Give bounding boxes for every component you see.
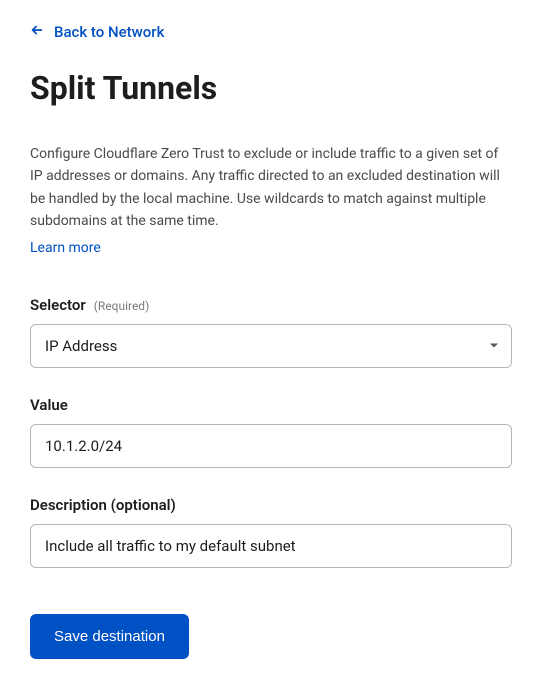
back-link-label: Back to Network — [54, 23, 164, 41]
value-label: Value — [30, 396, 68, 414]
arrow-left-icon — [30, 23, 44, 41]
value-input[interactable] — [30, 424, 512, 468]
description-label: Description (optional) — [30, 496, 176, 514]
selector-required-hint: (Required) — [94, 299, 149, 313]
page-description: Configure Cloudflare Zero Trust to exclu… — [30, 143, 512, 233]
selector-dropdown[interactable]: IP Address — [30, 324, 512, 368]
page-title: Split Tunnels — [30, 69, 512, 107]
back-to-network-link[interactable]: Back to Network — [30, 23, 164, 41]
selector-selected-value: IP Address — [45, 337, 117, 355]
description-field-group: Description (optional) — [30, 496, 512, 568]
value-field-group: Value — [30, 396, 512, 468]
description-input[interactable] — [30, 524, 512, 568]
learn-more-link[interactable]: Learn more — [30, 240, 101, 256]
selector-label: Selector — [30, 296, 86, 314]
save-destination-button[interactable]: Save destination — [30, 614, 189, 659]
selector-field-group: Selector (Required) IP Address — [30, 296, 512, 368]
